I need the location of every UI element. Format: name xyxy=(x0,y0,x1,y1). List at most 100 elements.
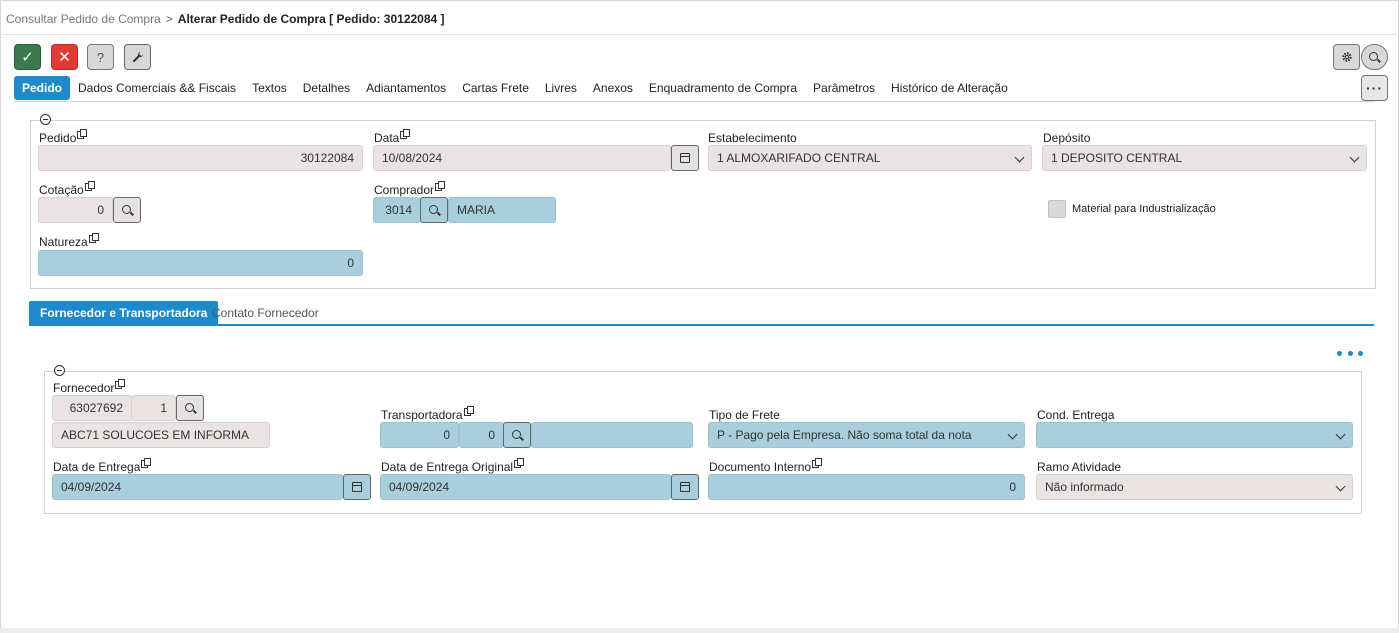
tab-dados-comerciais[interactable]: Dados Comerciais && Fiscais xyxy=(70,76,244,100)
tab-fornecedor-transportadora[interactable]: Fornecedor e Transportadora xyxy=(29,301,219,325)
tab-livres[interactable]: Livres xyxy=(537,76,585,100)
transportadora-search-button[interactable] xyxy=(503,422,531,448)
transportadora-name-field xyxy=(531,422,693,448)
transportadora-label-text: Transportadora xyxy=(381,408,463,422)
comprador-label: Comprador xyxy=(374,181,446,197)
data-entrega-original-label-text: Data de Entrega Original xyxy=(381,460,514,474)
comprador-code-field[interactable]: 3014 xyxy=(373,197,421,223)
tab-anexos[interactable]: Anexos xyxy=(585,76,641,100)
transportadora-code-field[interactable]: 0 xyxy=(380,422,459,448)
tab-textos[interactable]: Textos xyxy=(244,76,295,100)
fornecedor-label: Fornecedor xyxy=(53,379,126,395)
documento-interno-label: Documento Interno xyxy=(709,458,823,474)
data-entrega-original-label: Data de Entrega Original xyxy=(381,458,525,474)
breadcrumb: Consultar Pedido de Compra > Alterar Pedid… xyxy=(6,12,445,26)
copy-icon[interactable] xyxy=(463,406,474,416)
data-label-text: Data xyxy=(374,131,400,145)
breadcrumb-current: Alterar Pedido de Compra [ Pedido: 30122… xyxy=(177,12,445,26)
deposito-label: Depósito xyxy=(1043,131,1091,145)
copy-icon[interactable] xyxy=(77,129,88,139)
settings-button[interactable] xyxy=(1333,44,1360,70)
tab-detalhes[interactable]: Detalhes xyxy=(295,76,358,100)
sub-tabs-divider xyxy=(29,324,1374,326)
data-entrega-original-field[interactable]: 04/09/2024 xyxy=(380,474,671,500)
tab-historico[interactable]: Histórico de Alteração xyxy=(883,76,1016,100)
dot xyxy=(1337,350,1342,356)
data-label: Data xyxy=(374,129,411,145)
cond-entrega-select[interactable] xyxy=(1036,422,1353,448)
tab-adiantamentos[interactable]: Adiantamentos xyxy=(358,76,454,100)
cond-entrega-label: Cond. Entrega xyxy=(1037,408,1115,422)
natureza-field[interactable]: 0 xyxy=(38,250,363,276)
data-entrega-calendar-button[interactable] xyxy=(343,474,371,500)
fornecedor-seq-field[interactable]: 1 xyxy=(131,395,176,421)
tab-contato-fornecedor[interactable]: Contato Fornecedor xyxy=(201,301,330,325)
data-entrega-original-calendar-button[interactable] xyxy=(671,474,699,500)
natureza-label-text: Natureza xyxy=(39,235,88,249)
dot xyxy=(1358,350,1363,356)
global-search-button[interactable] xyxy=(1361,44,1388,70)
documento-interno-label-text: Documento Interno xyxy=(709,460,812,474)
data-entrega-label: Data de Entrega xyxy=(53,458,152,474)
cotacao-label: Cotação xyxy=(39,181,95,197)
tab-cartas-frete[interactable]: Cartas Frete xyxy=(454,76,537,100)
estabelecimento-label: Estabelecimento xyxy=(708,131,797,145)
tab-pedido[interactable]: Pedido xyxy=(14,76,71,100)
natureza-label: Natureza xyxy=(39,233,99,249)
cotacao-field[interactable]: 0 xyxy=(38,197,113,223)
ramo-atividade-select[interactable]: Não informado xyxy=(1036,474,1353,500)
search-icon xyxy=(511,429,521,439)
copy-icon[interactable] xyxy=(435,181,446,191)
cancel-button[interactable]: ✕ xyxy=(51,44,78,70)
data-calendar-button[interactable] xyxy=(671,145,699,171)
cotacao-label-text: Cotação xyxy=(39,183,84,197)
search-icon xyxy=(428,204,438,214)
documento-interno-field[interactable]: 0 xyxy=(708,474,1025,500)
confirm-button[interactable]: ✓ xyxy=(14,44,41,70)
data-field[interactable]: 10/08/2024 xyxy=(373,145,671,171)
copy-icon[interactable] xyxy=(141,458,152,468)
copy-icon[interactable] xyxy=(84,181,95,191)
tipo-frete-label: Tipo de Frete xyxy=(709,408,780,422)
data-entrega-field[interactable]: 04/09/2024 xyxy=(52,474,343,500)
section-options-button[interactable] xyxy=(1337,347,1363,359)
bottom-border xyxy=(0,628,1399,633)
deposito-select[interactable]: 1 DEPOSITO CENTRAL xyxy=(1042,145,1367,171)
copy-icon[interactable] xyxy=(400,129,411,139)
tab-enquadramento[interactable]: Enquadramento de Compra xyxy=(641,76,805,100)
fornecedor-name-field: ABC71 SOLUCOES EM INFORMA xyxy=(52,422,270,448)
material-industrializacao-checkbox[interactable] xyxy=(1048,200,1066,218)
search-icon xyxy=(121,204,131,214)
comprador-search-button[interactable] xyxy=(420,197,448,223)
help-button[interactable]: ? xyxy=(87,44,114,70)
collapse-pedido-section-icon[interactable] xyxy=(40,114,51,125)
search-icon xyxy=(1369,51,1378,61)
fornecedor-code-field[interactable]: 63027692 xyxy=(52,395,132,421)
check-icon: ✓ xyxy=(21,49,34,66)
pedido-field[interactable]: 30122084 xyxy=(38,145,363,171)
data-entrega-label-text: Data de Entrega xyxy=(53,460,141,474)
estabelecimento-select[interactable]: 1 ALMOXARIFADO CENTRAL xyxy=(708,145,1032,171)
more-options-button[interactable]: ··· xyxy=(1361,75,1388,101)
tabs-divider xyxy=(14,101,1375,102)
ramo-atividade-label: Ramo Atividade xyxy=(1037,460,1122,474)
tools-button[interactable] xyxy=(124,44,151,70)
cotacao-search-button[interactable] xyxy=(113,197,141,223)
pedido-label: Pedido xyxy=(39,129,88,145)
copy-icon[interactable] xyxy=(812,458,823,468)
material-industrializacao-label: Material para Industrialização xyxy=(1072,203,1216,215)
copy-icon[interactable] xyxy=(88,233,99,243)
collapse-fornecedor-section-icon[interactable] xyxy=(54,365,65,376)
calendar-icon xyxy=(680,482,690,492)
breadcrumb-parent-link[interactable]: Consultar Pedido de Compra xyxy=(6,12,161,26)
fornecedor-search-button[interactable] xyxy=(176,395,204,421)
transportadora-label: Transportadora xyxy=(381,406,474,422)
transportadora-seq-field[interactable]: 0 xyxy=(459,422,504,448)
tab-parametros[interactable]: Parâmetros xyxy=(805,76,883,100)
question-icon: ? xyxy=(96,49,105,65)
copy-icon[interactable] xyxy=(115,379,126,389)
tipo-frete-select[interactable]: P - Pago pela Empresa. Não soma total da… xyxy=(708,422,1025,448)
close-icon: ✕ xyxy=(58,49,71,66)
copy-icon[interactable] xyxy=(514,458,525,468)
pedido-label-text: Pedido xyxy=(39,131,77,145)
